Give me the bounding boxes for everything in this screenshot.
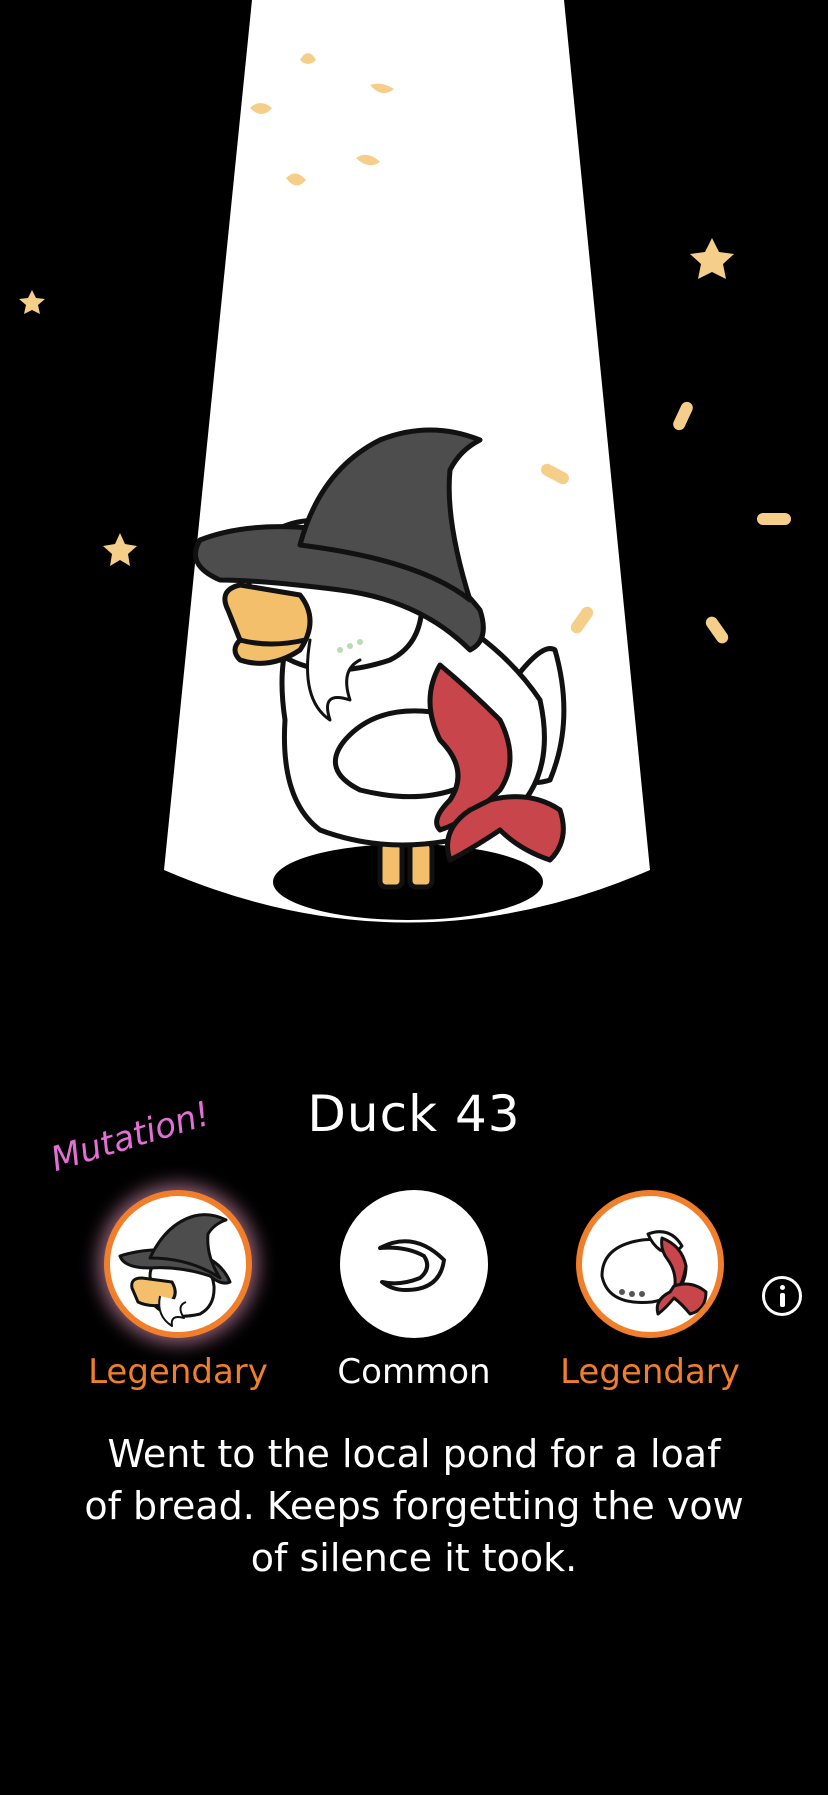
duck-showcase [0, 0, 828, 1000]
trait-hat-rarity: Legendary [88, 1352, 268, 1392]
trait-accessory-badge[interactable] [576, 1190, 724, 1338]
trait-hat-badge[interactable] [104, 1190, 252, 1338]
traits-row: Legendary Common Legendary [0, 1190, 828, 1410]
info-icon[interactable] [762, 1276, 802, 1316]
red-bandana-icon [600, 1230, 708, 1316]
trait-hat[interactable]: Legendary [68, 1190, 288, 1392]
witch-hat-beard-icon [118, 1213, 232, 1327]
trait-eyes-rarity: Common [337, 1352, 491, 1392]
trait-accessory[interactable]: Legendary [540, 1190, 760, 1392]
closed-eye-icon [378, 1239, 446, 1292]
trait-eyes[interactable]: Common [304, 1190, 524, 1392]
info-icon-dot [780, 1285, 785, 1290]
info-icon-bar [780, 1293, 785, 1307]
spotlight-illustration [19, 0, 791, 923]
trait-eyes-badge[interactable] [340, 1190, 488, 1338]
duck-description: Went to the local pond for a loaf of bre… [84, 1432, 744, 1580]
trait-accessory-rarity: Legendary [560, 1352, 740, 1392]
